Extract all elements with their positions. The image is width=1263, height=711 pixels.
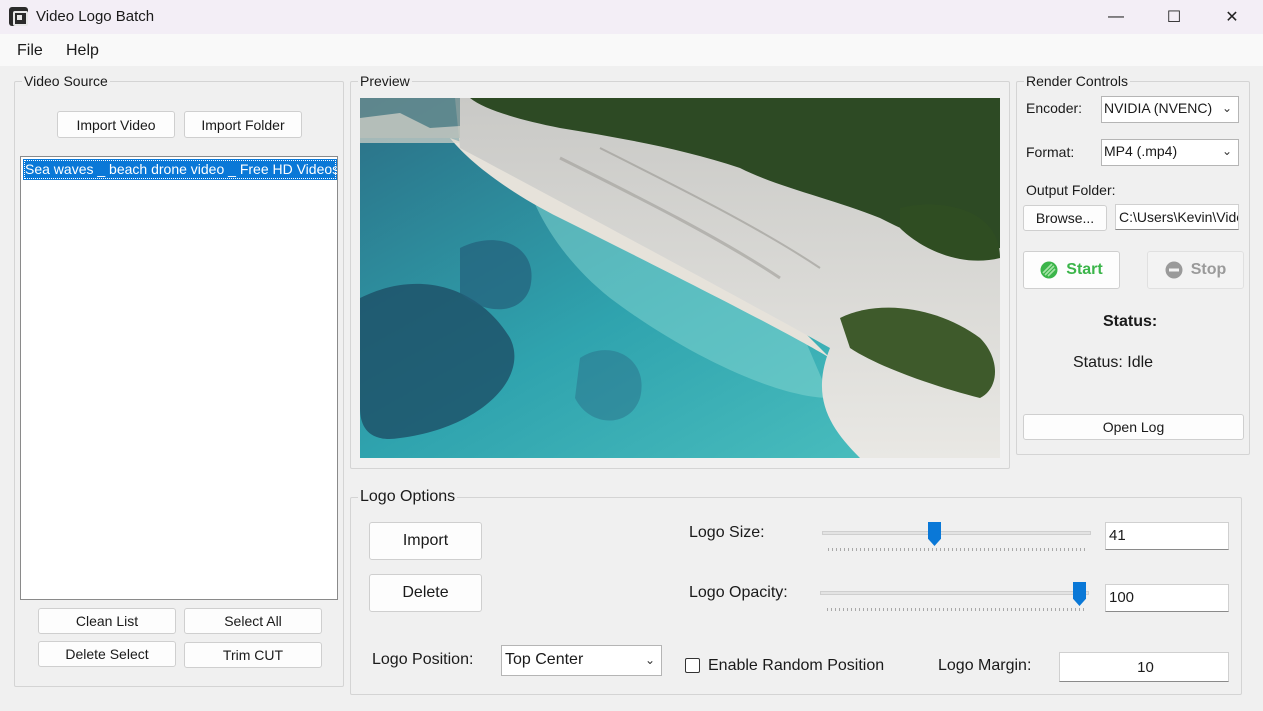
status-text: Status: Idle — [1073, 354, 1154, 371]
logo-size-field[interactable]: 41 — [1105, 522, 1229, 550]
video-list-item[interactable]: Sea waves _ beach drone video _ Free HD … — [23, 159, 337, 180]
logo-opacity-slider[interactable] — [820, 591, 1089, 595]
status-heading: Status: — [1103, 313, 1158, 330]
output-path-field[interactable]: C:\Users\Kevin\Videos — [1115, 204, 1239, 230]
stop-label: Stop — [1190, 261, 1227, 278]
stop-button[interactable]: Stop — [1147, 251, 1244, 289]
logo-options-label: Logo Options — [358, 488, 458, 506]
video-preview — [360, 98, 1000, 458]
logo-size-label: Logo Size: — [689, 524, 765, 541]
encoder-label: Encoder: — [1026, 100, 1083, 116]
logo-opacity-field[interactable]: 100 — [1105, 584, 1229, 612]
logo-position-select[interactable]: Top Center ⌄ — [501, 645, 662, 676]
open-log-button[interactable]: Open Log — [1023, 414, 1244, 440]
chevron-down-icon: ⌄ — [1221, 101, 1232, 115]
logo-margin-label: Logo Margin: — [938, 657, 1032, 674]
encoder-value: NVIDIA (NVENC) — [1104, 100, 1213, 116]
select-all-button[interactable]: Select All — [184, 608, 322, 634]
close-button[interactable]: ✕ — [1203, 0, 1261, 34]
format-label: Format: — [1026, 144, 1075, 160]
preview-frame — [360, 98, 1000, 458]
import-folder-button[interactable]: Import Folder — [184, 111, 302, 138]
format-value: MP4 (.mp4) — [1104, 143, 1178, 159]
encoder-select[interactable]: NVIDIA (NVENC) ⌄ — [1101, 96, 1239, 123]
video-list[interactable]: Sea waves _ beach drone video _ Free HD … — [20, 156, 338, 600]
format-select[interactable]: MP4 (.mp4) ⌄ — [1101, 139, 1239, 166]
trim-cut-button[interactable]: Trim CUT — [184, 642, 322, 668]
maximize-button[interactable]: ☐ — [1145, 0, 1203, 34]
start-button[interactable]: Start — [1023, 251, 1120, 289]
logo-size-slider[interactable] — [822, 531, 1091, 535]
title-bar: Video Logo Batch — ☐ ✕ — [0, 0, 1263, 34]
logo-delete-button[interactable]: Delete — [369, 574, 482, 612]
browse-button[interactable]: Browse... — [1023, 205, 1107, 231]
window-title: Video Logo Batch — [36, 8, 155, 25]
chevron-down-icon: ⌄ — [1221, 144, 1232, 158]
start-label: Start — [1066, 261, 1103, 278]
logo-position-value: Top Center — [505, 651, 584, 668]
logo-size-ticks — [828, 548, 1085, 551]
video-source-label: Video Source — [22, 73, 110, 89]
logo-opacity-label: Logo Opacity: — [689, 584, 788, 601]
start-icon — [1040, 261, 1058, 279]
clean-list-button[interactable]: Clean List — [38, 608, 176, 634]
random-position-label: Enable Random Position — [708, 657, 885, 674]
app-icon — [9, 7, 28, 26]
render-controls-label: Render Controls — [1024, 73, 1130, 89]
random-position-checkbox[interactable] — [685, 658, 700, 673]
delete-select-button[interactable]: Delete Select — [38, 641, 176, 667]
chevron-down-icon: ⌄ — [644, 653, 655, 667]
logo-margin-field[interactable]: 10 — [1059, 652, 1229, 682]
logo-import-button[interactable]: Import — [369, 522, 482, 560]
menu-bar: File Help — [0, 34, 1263, 66]
menu-help[interactable]: Help — [66, 42, 99, 60]
menu-file[interactable]: File — [17, 42, 43, 60]
logo-position-label: Logo Position: — [372, 651, 474, 668]
import-video-button[interactable]: Import Video — [57, 111, 175, 138]
stop-icon — [1165, 261, 1183, 279]
minimize-button[interactable]: — — [1087, 0, 1145, 34]
logo-opacity-ticks — [827, 608, 1084, 611]
preview-label: Preview — [358, 73, 412, 89]
output-folder-label: Output Folder: — [1026, 182, 1116, 198]
